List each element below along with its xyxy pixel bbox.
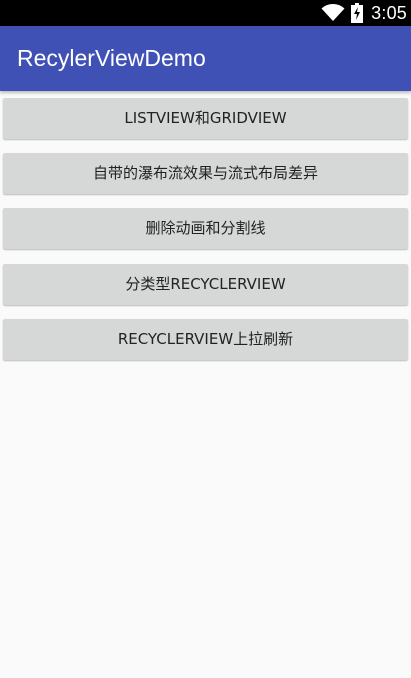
recyclerview-pull-up-refresh-button[interactable]: RECYCLERVIEW上拉刷新 [3, 319, 408, 360]
staggered-vs-flow-layout-button[interactable]: 自带的瀑布流效果与流式布局差异 [3, 153, 408, 194]
delete-animation-divider-button[interactable]: 删除动画和分割线 [3, 208, 408, 249]
app-bar: RecylerViewDemo [0, 26, 411, 91]
multi-type-recyclerview-button[interactable]: 分类型RECYCLERVIEW [3, 264, 408, 305]
battery-charging-icon [351, 3, 364, 23]
status-bar: 3:05 [0, 0, 411, 26]
wifi-icon [321, 4, 345, 21]
status-icons: 3:05 [321, 0, 407, 26]
button-list: LISTVIEW和GRIDVIEW 自带的瀑布流效果与流式布局差异 删除动画和分… [0, 91, 411, 678]
app-title: RecylerViewDemo [17, 45, 206, 71]
listview-gridview-button[interactable]: LISTVIEW和GRIDVIEW [3, 98, 408, 139]
status-clock: 3:05 [371, 2, 407, 23]
